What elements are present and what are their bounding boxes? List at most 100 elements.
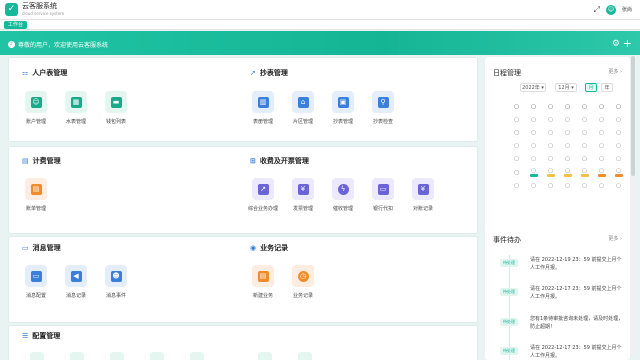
config-item-6-icon[interactable] xyxy=(258,352,272,360)
item-account-management[interactable]: ☺ 账户管理 xyxy=(18,91,54,125)
item-label: 水表管理 xyxy=(65,119,86,125)
todo-item[interactable]: 待处理 请在 2022-12-17 23：59 前提交上月个人工作月报。 xyxy=(500,342,625,360)
item-icon-box: ⚲ xyxy=(372,91,394,113)
config-item-3-icon[interactable] xyxy=(110,352,124,360)
section-title-chaobiao: ➚ 抄表管理 xyxy=(250,68,288,78)
view-year-button[interactable]: 年 xyxy=(601,83,613,92)
add-icon[interactable]: + xyxy=(623,37,632,50)
calendar-cell: ▢ xyxy=(582,116,587,123)
list-icon: ▤ xyxy=(22,157,29,165)
config-item-4-icon[interactable] xyxy=(150,352,164,360)
item-meter-management[interactable]: ▦ 水表管理 xyxy=(58,91,94,125)
item-label: 消息事件 xyxy=(105,293,126,299)
calendar-cell: ▢ xyxy=(582,103,587,110)
item-message-record[interactable]: ◀ 消息记录 xyxy=(58,265,94,299)
calendar-cell: ▢ xyxy=(610,168,627,178)
status-badge: 待处理 xyxy=(500,288,518,296)
calendar-cell: ▢ xyxy=(531,143,536,150)
status-badge: 待处理 xyxy=(500,347,518,355)
item-reading-check[interactable]: ⚲ 抄表检查 xyxy=(365,91,401,125)
calendar-cell: ▢ xyxy=(616,156,621,163)
config-item-1-icon[interactable] xyxy=(30,352,44,360)
item-collection-management[interactable]: ϟ 催收管理 xyxy=(325,178,361,212)
bill-icon: ▤ xyxy=(30,183,42,195)
todo-item[interactable]: 待处理 您有1条待审批咨询未处理，请及时处理，防止超期！ xyxy=(500,313,625,339)
gear-icon[interactable]: ⚙ xyxy=(612,39,620,49)
top-bar: ✓ 云客服系统 cloud service system ⤢ ☺ 张尚 xyxy=(0,0,640,20)
todo-item[interactable]: 待处理 请在 2022-12-19 23：59 前提交上月个人工作月报。 xyxy=(500,254,625,280)
calendar-cell: ▢ xyxy=(565,116,570,123)
item-message-config[interactable]: ▭ 消息配置 xyxy=(18,265,54,299)
item-bill-management[interactable]: ▤ 账单管理 xyxy=(18,178,54,212)
section-title-text: 人户表管理 xyxy=(32,69,68,77)
item-reading-management[interactable]: ▣ 抄表管理 xyxy=(325,91,361,125)
config-item-2-icon[interactable] xyxy=(70,352,84,360)
grid-icon: ⊞ xyxy=(250,157,256,165)
scrollbar[interactable] xyxy=(631,56,635,356)
tab-bar: 工作台 xyxy=(0,20,640,30)
calendar-cell: ▢ xyxy=(514,103,519,110)
item-label: 新建业务 xyxy=(252,293,273,299)
todo-item[interactable]: 待处理 请在 2022-12-17 23：59 前提交上月个人工作月报。 xyxy=(500,283,625,309)
item-icon-box: ▦ xyxy=(65,91,87,113)
invoice-icon: ¥ xyxy=(297,183,309,195)
calendar-cell: ▢ xyxy=(548,103,553,110)
schedule-more-link[interactable]: 更多 › xyxy=(608,68,622,75)
item-label: 消息记录 xyxy=(65,293,86,299)
reconcile-icon: ¥ xyxy=(417,183,429,195)
config-item-7-icon[interactable] xyxy=(298,352,312,360)
view-month-button[interactable]: 月 xyxy=(585,83,597,92)
calendar-cell: ▢ xyxy=(599,156,604,163)
todo-more-link[interactable]: 更多 › xyxy=(608,235,622,242)
item-new-business[interactable]: ▤ 新建业务 xyxy=(245,265,281,299)
todo-text: 您有1条待审批咨询未处理，请及时处理，防止超期！ xyxy=(530,316,624,330)
item-reconciliation[interactable]: ¥ 对账记录 xyxy=(405,178,441,212)
calendar-cell: ▢ xyxy=(576,168,593,178)
item-invoice-management[interactable]: ¥ 发票管理 xyxy=(285,178,321,212)
month-select[interactable]: 12月 ▾ xyxy=(555,83,577,92)
item-icon-box: ☻ xyxy=(105,265,127,287)
brand: 云客服系统 cloud service system xyxy=(22,2,64,17)
item-label: 表册管理 xyxy=(252,119,273,125)
fullscreen-icon[interactable]: ⤢ xyxy=(594,5,600,15)
calendar-cell: ▢ xyxy=(531,156,536,163)
calendar-cell: ▢ xyxy=(565,156,570,163)
scrollbar-thumb[interactable] xyxy=(631,56,635,176)
business-record-icon: ◷ xyxy=(297,270,309,282)
item-business-record[interactable]: ◷ 业务记录 xyxy=(285,265,321,299)
message-config-icon: ▭ xyxy=(30,270,42,282)
item-bank-deduction[interactable]: ▭ 银行代扣 xyxy=(365,178,401,212)
item-label: 抄表管理 xyxy=(332,119,353,125)
tab-workbench[interactable]: 工作台 xyxy=(4,21,28,29)
year-select[interactable]: 2022年 ▾ xyxy=(520,83,546,92)
calendar-cell: ▢ xyxy=(548,129,553,136)
bank-card-icon: ▭ xyxy=(377,183,389,195)
item-icon-box: ▣ xyxy=(332,91,354,113)
item-book-management[interactable]: ▥ 表册管理 xyxy=(245,91,281,125)
reading-icon: ▣ xyxy=(337,96,349,108)
calendar-cell: ▢ xyxy=(582,129,587,136)
avatar[interactable]: ☺ xyxy=(605,4,616,15)
item-icon-box: ▥ xyxy=(252,91,274,113)
book-icon: ▥ xyxy=(257,96,269,108)
area-icon: ⌂ xyxy=(297,96,309,108)
new-business-icon: ▤ xyxy=(257,270,269,282)
item-label: 消息配置 xyxy=(25,293,46,299)
calendar-cell: ▢ xyxy=(548,156,553,163)
calendar-cell: ▢ xyxy=(582,182,587,189)
app-logo-icon: ✓ xyxy=(5,3,18,16)
item-message-event[interactable]: ☻ 消息事件 xyxy=(98,265,134,299)
item-area-management[interactable]: ⌂ 片区管理 xyxy=(285,91,321,125)
calendar-grid: ▢ ▢ ▢ ▢ ▢ ▢ ▢ ▢ ▢ ▢ ▢ ▢ ▢ ▢ ▢ ▢ ▢ ▢ ▢ ▢ ▢ ▢ ▢ ▢ ▢ ▢ ▢ ▢ ▢ ▢ ▢ ▢ ▢ ▢ ▢ … xyxy=(508,100,628,192)
item-icon-box: ↗ xyxy=(252,178,274,200)
calendar-cell: ▢ xyxy=(599,143,604,150)
account-icon: ☺ xyxy=(30,96,42,108)
calendar-cell: ▢ xyxy=(531,182,536,189)
calendar-week-row: ▢ ▢ ▢ ▢ ▢ ▢ ▢ xyxy=(508,140,628,153)
user-name[interactable]: 张尚 xyxy=(622,6,632,13)
item-integrated-business[interactable]: ↗ 综合业务办理 xyxy=(245,178,281,212)
item-wallet-list[interactable]: ▬ 钱包列表 xyxy=(98,91,134,125)
section-title-renhu: ⚏ 人户表管理 xyxy=(22,68,67,78)
config-item-5-icon[interactable] xyxy=(190,352,204,360)
calendar-cell: ▢ xyxy=(531,116,536,123)
